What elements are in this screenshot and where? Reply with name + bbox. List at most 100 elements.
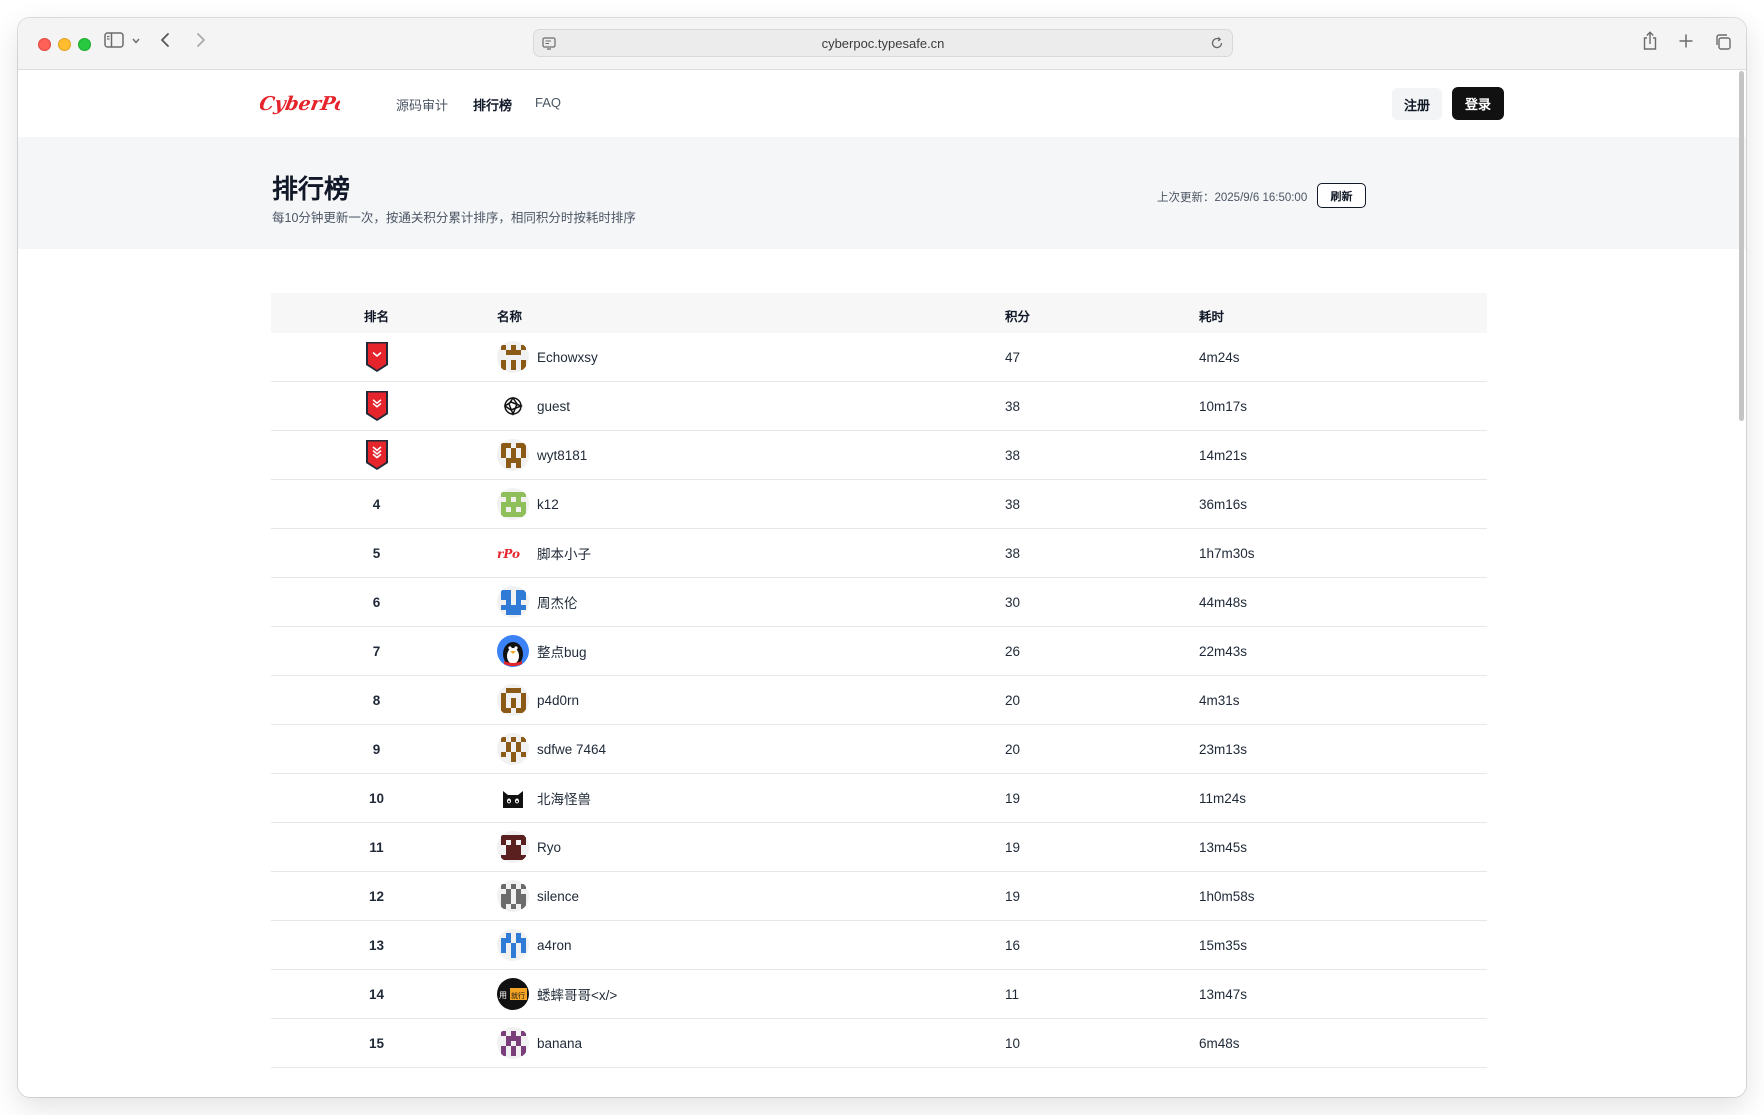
page-header: 排行榜 每10分钟更新一次，按通关积分累计排序，相同积分时按耗时排序 上次更新：… bbox=[18, 137, 1746, 249]
avatar bbox=[497, 488, 529, 520]
reload-icon[interactable] bbox=[1210, 36, 1224, 55]
name-cell: k12 bbox=[497, 480, 559, 528]
table-row: wyt8181 38 14m21s bbox=[271, 431, 1487, 480]
site-logo[interactable]: CyberPoC bbox=[257, 89, 365, 119]
rank-cell: 11 bbox=[369, 839, 384, 855]
avatar bbox=[497, 929, 529, 961]
avatar bbox=[497, 782, 529, 814]
tab-overview-icon[interactable] bbox=[1714, 33, 1732, 51]
time-cell: 13m47s bbox=[1199, 986, 1248, 1002]
name-cell: a4ron bbox=[497, 921, 572, 969]
table-row: Echowxsy 47 4m24s bbox=[271, 333, 1487, 382]
name-cell: 整点bug bbox=[497, 627, 587, 675]
time-cell: 11m24s bbox=[1199, 790, 1247, 806]
time-cell: 15m35s bbox=[1199, 937, 1248, 953]
rank-medal-icon bbox=[271, 333, 482, 381]
page-title: 排行榜 bbox=[272, 174, 351, 204]
zoom-window-button[interactable] bbox=[78, 38, 91, 51]
browser-window: cyberpoc.typesafe.cn CyberPoC 源码审计 排行榜 F… bbox=[18, 18, 1746, 1097]
name-cell: rPo 脚本小子 bbox=[497, 529, 591, 577]
table-row: 14 用就行 蟋蟀哥哥<x/> 11 13m47s bbox=[271, 970, 1487, 1019]
svg-text:用: 用 bbox=[499, 991, 507, 1000]
name-cell: banana bbox=[497, 1019, 582, 1067]
rank-cell: 15 bbox=[368, 1035, 385, 1051]
user-name: wyt8181 bbox=[537, 447, 588, 463]
time-cell: 6m48s bbox=[1199, 1035, 1240, 1051]
user-name: k12 bbox=[537, 496, 559, 512]
table-row: 7 整点bug 26 22m43s bbox=[271, 627, 1487, 676]
nav-link-faq[interactable]: FAQ bbox=[535, 95, 561, 110]
score-cell: 20 bbox=[1005, 692, 1021, 708]
time-cell: 1h7m30s bbox=[1199, 545, 1255, 561]
avatar: 用就行 bbox=[497, 978, 529, 1010]
rank-medal-icon bbox=[271, 431, 482, 479]
register-button[interactable]: 注册 bbox=[1392, 88, 1442, 120]
table-row: 15 banana 10 6m48s bbox=[271, 1019, 1487, 1068]
score-cell: 19 bbox=[1005, 790, 1021, 806]
chevron-down-icon[interactable] bbox=[132, 38, 140, 44]
user-name: sdfwe 7464 bbox=[537, 741, 607, 757]
avatar bbox=[497, 1027, 529, 1059]
avatar bbox=[497, 831, 529, 863]
back-arrow-icon[interactable] bbox=[160, 32, 170, 48]
column-header-rank: 排名 bbox=[364, 310, 390, 324]
score-cell: 16 bbox=[1005, 937, 1021, 953]
rank-cell: 6 bbox=[372, 594, 381, 610]
minimize-window-button[interactable] bbox=[58, 38, 71, 51]
score-cell: 38 bbox=[1005, 447, 1021, 463]
time-cell: 1h0m58s bbox=[1199, 888, 1255, 904]
leaderboard-table: 排名 名称 积分 耗时 Echowxsy 47 4m24s guest 38 10m17s… bbox=[271, 293, 1487, 1068]
name-cell: 用就行 蟋蟀哥哥<x/> bbox=[497, 970, 617, 1018]
score-cell: 19 bbox=[1005, 888, 1021, 904]
sidebar-toggle-icon[interactable] bbox=[104, 32, 124, 48]
table-row: 4 k12 38 36m16s bbox=[271, 480, 1487, 529]
share-icon[interactable] bbox=[1642, 31, 1658, 51]
score-cell: 10 bbox=[1005, 1035, 1021, 1051]
score-cell: 20 bbox=[1005, 741, 1021, 757]
avatar bbox=[497, 439, 529, 471]
score-cell: 38 bbox=[1005, 496, 1021, 512]
time-cell: 13m45s bbox=[1199, 839, 1248, 855]
user-name: banana bbox=[537, 1035, 583, 1051]
refresh-button[interactable]: 刷新 bbox=[1317, 183, 1366, 208]
page-scrollbar[interactable] bbox=[1739, 71, 1744, 421]
time-cell: 36m16s bbox=[1199, 496, 1248, 512]
user-name: Echowxsy bbox=[537, 349, 598, 365]
name-cell: p4d0rn bbox=[497, 676, 579, 724]
avatar bbox=[497, 390, 529, 422]
nav-link-leaderboard[interactable]: 排行榜 bbox=[473, 95, 512, 114]
table-row: guest 38 10m17s bbox=[271, 382, 1487, 431]
score-cell: 38 bbox=[1005, 545, 1021, 561]
table-row: 12 silence 19 1h0m58s bbox=[271, 872, 1487, 921]
column-header-name: 名称 bbox=[497, 310, 523, 324]
avatar: rPo bbox=[497, 537, 529, 569]
score-cell: 30 bbox=[1005, 594, 1021, 610]
user-name: 脚本小子 bbox=[537, 547, 591, 562]
name-cell: 北海怪兽 bbox=[497, 774, 591, 822]
user-name: silence bbox=[537, 888, 580, 904]
table-header: 排名 名称 积分 耗时 bbox=[271, 293, 1487, 333]
user-name: 北海怪兽 bbox=[537, 792, 591, 807]
user-name: Ryo bbox=[537, 839, 562, 855]
user-name: 蟋蟀哥哥<x/> bbox=[537, 988, 618, 1003]
close-window-button[interactable] bbox=[38, 38, 51, 51]
nav-link-code-audit[interactable]: 源码审计 bbox=[396, 95, 448, 114]
score-cell: 47 bbox=[1005, 349, 1021, 365]
logo-text: CyberPoC bbox=[260, 92, 340, 115]
name-cell: sdfwe 7464 bbox=[497, 725, 606, 773]
forward-arrow-icon[interactable] bbox=[196, 32, 206, 48]
name-cell: guest bbox=[497, 382, 570, 430]
time-cell: 44m48s bbox=[1199, 594, 1248, 610]
login-button[interactable]: 登录 bbox=[1452, 87, 1504, 120]
address-bar[interactable]: cyberpoc.typesafe.cn bbox=[533, 29, 1233, 57]
new-tab-icon[interactable] bbox=[1678, 33, 1694, 49]
time-cell: 22m43s bbox=[1199, 643, 1248, 659]
avatar bbox=[497, 684, 529, 716]
table-row: 8 p4d0rn 20 4m31s bbox=[271, 676, 1487, 725]
browser-toolbar: cyberpoc.typesafe.cn bbox=[18, 18, 1746, 70]
avatar bbox=[497, 586, 529, 618]
rank-cell: 12 bbox=[368, 888, 385, 904]
score-cell: 19 bbox=[1005, 839, 1021, 855]
user-name: 周杰伦 bbox=[537, 596, 578, 611]
table-row: 13 a4ron 16 15m35s bbox=[271, 921, 1487, 970]
